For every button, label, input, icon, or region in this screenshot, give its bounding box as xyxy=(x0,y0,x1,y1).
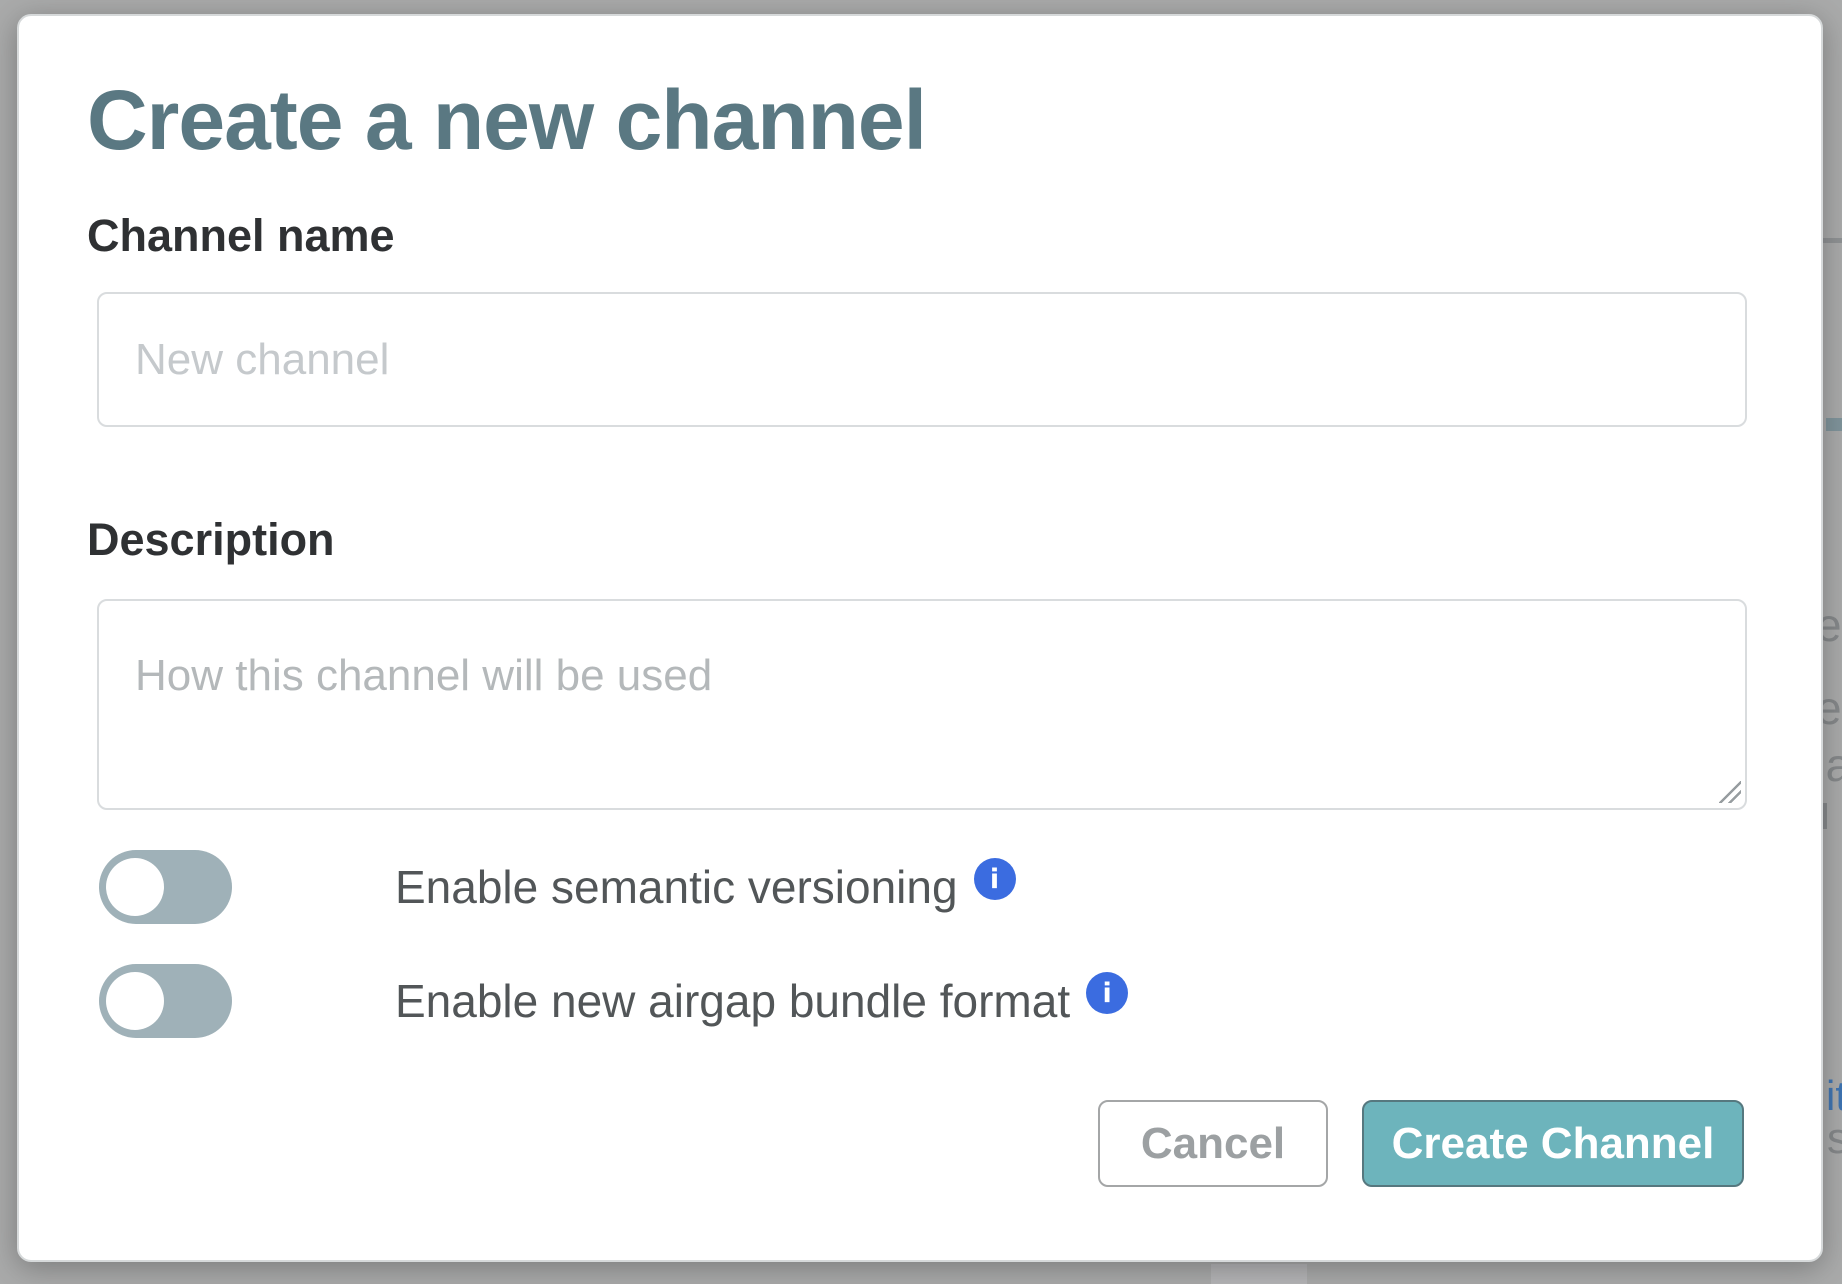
background-page-link-fragment: it xyxy=(1826,1072,1842,1120)
description-field-wrap xyxy=(97,599,1747,810)
airgap-bundle-row: Enable new airgap bundle format i xyxy=(99,964,1128,1038)
cancel-button[interactable]: Cancel xyxy=(1098,1100,1328,1187)
background-page-divider xyxy=(1823,238,1842,243)
airgap-bundle-label: Enable new airgap bundle format xyxy=(395,974,1070,1028)
description-label: Description xyxy=(87,514,335,566)
create-channel-button[interactable]: Create Channel xyxy=(1362,1100,1744,1187)
semantic-versioning-toggle[interactable] xyxy=(99,850,232,924)
info-icon[interactable]: i xyxy=(1086,972,1128,1014)
background-page-text-fragment: s xyxy=(1827,1114,1842,1164)
semantic-versioning-row: Enable semantic versioning i xyxy=(99,850,1016,924)
modal-title: Create a new channel xyxy=(87,72,926,169)
semantic-versioning-label: Enable semantic versioning xyxy=(395,860,958,914)
toggle-knob xyxy=(106,972,164,1030)
info-icon[interactable]: i xyxy=(974,858,1016,900)
channel-name-input[interactable] xyxy=(97,292,1747,427)
create-channel-modal: Create a new channel Channel name Descri… xyxy=(17,14,1823,1262)
background-page-element-fragment xyxy=(1211,1264,1307,1284)
description-textarea[interactable] xyxy=(97,599,1747,810)
airgap-bundle-toggle[interactable] xyxy=(99,964,232,1038)
toggle-knob xyxy=(106,858,164,916)
channel-name-label: Channel name xyxy=(87,210,395,262)
textarea-resize-handle[interactable] xyxy=(1719,781,1741,803)
background-page-teal-accent xyxy=(1826,418,1842,431)
